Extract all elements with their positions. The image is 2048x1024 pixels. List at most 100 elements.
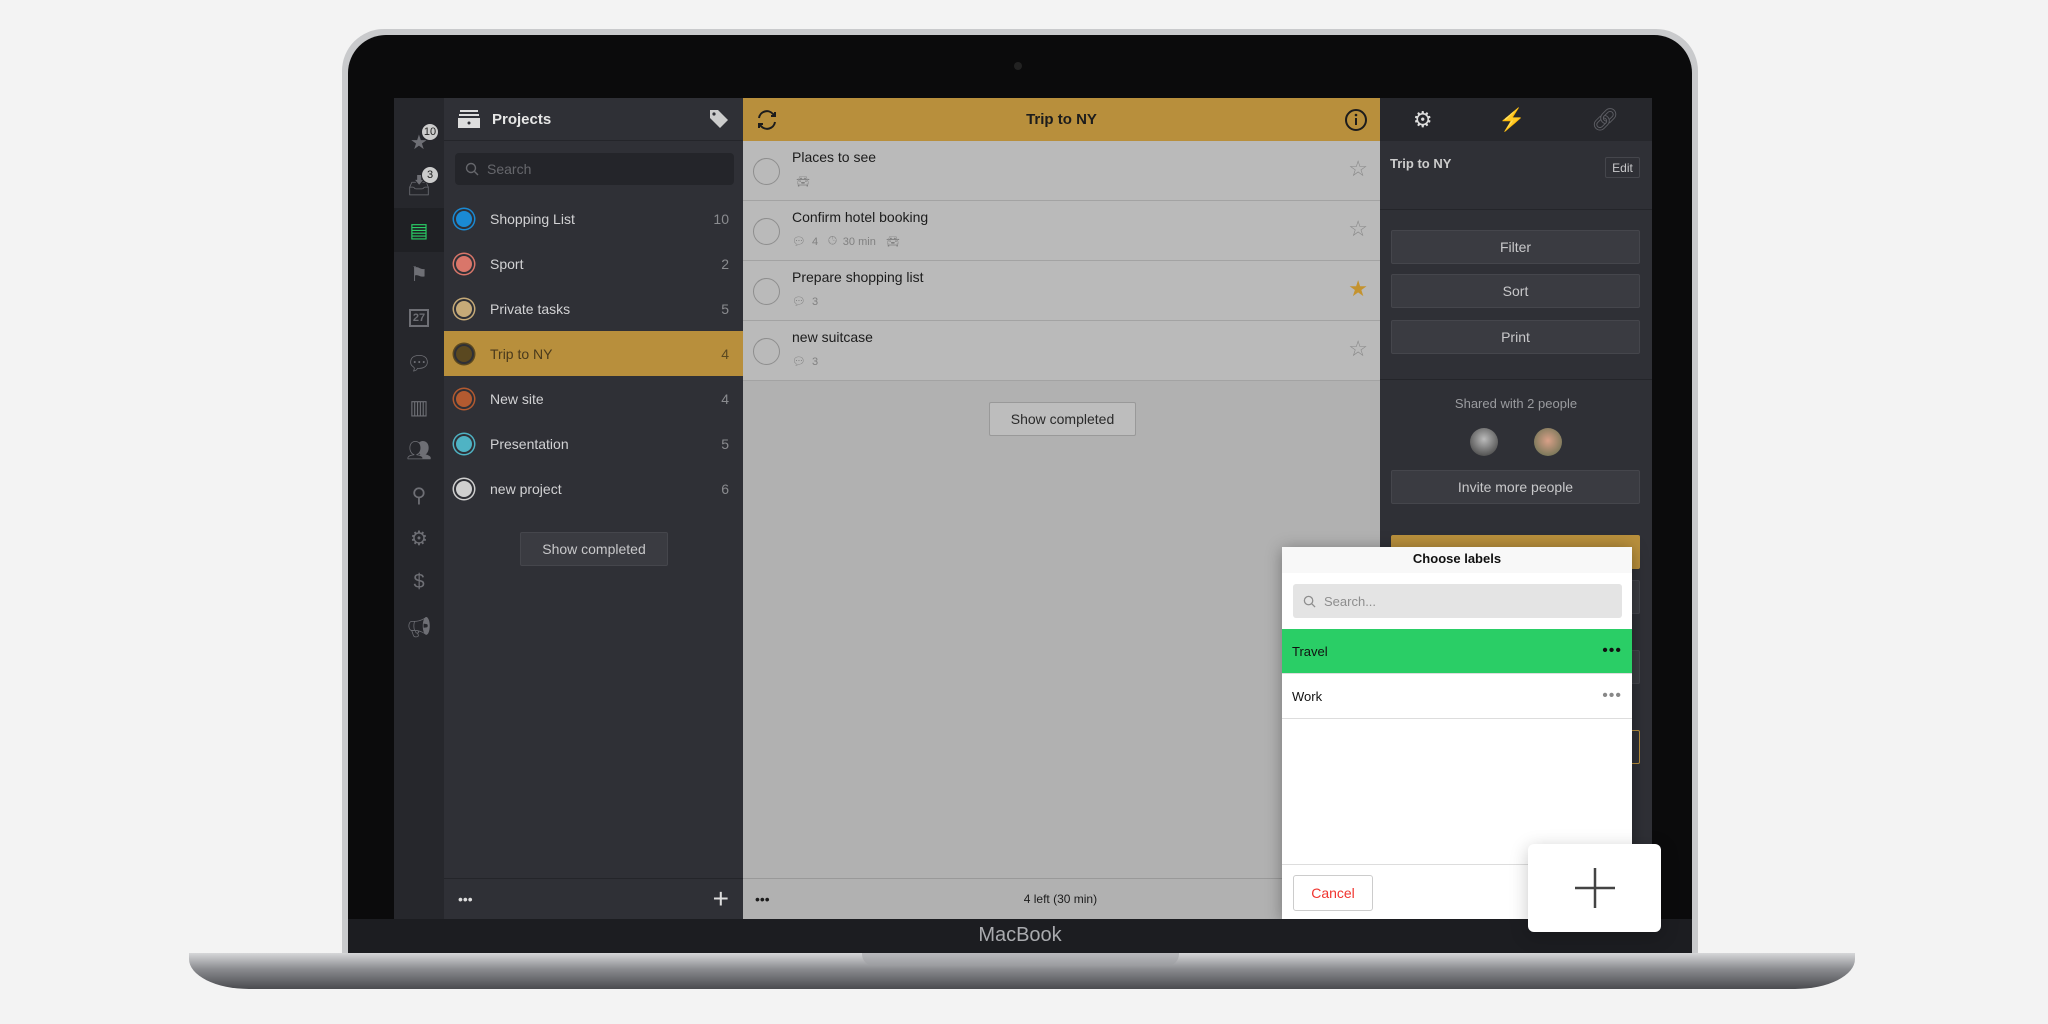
sidebar-search-button[interactable]: ⚲ — [394, 473, 444, 517]
laptop-notch — [862, 953, 1179, 966]
task-checkbox[interactable] — [753, 278, 780, 305]
plus-icon — [1574, 868, 1615, 908]
clock-icon: 🕒︎ — [828, 235, 837, 247]
tasks-header: Trip to NY — [743, 98, 1380, 141]
show-completed-tasks-button[interactable]: Show completed — [989, 402, 1136, 436]
projects-header: Projects — [444, 98, 743, 141]
task-checkbox[interactable] — [753, 218, 780, 245]
invite-people-button[interactable]: Invite more people — [1391, 470, 1640, 504]
task-meta: 💬︎ 3 — [792, 295, 819, 309]
comment-count: 3 — [811, 295, 819, 308]
project-count: 5 — [721, 435, 729, 452]
print-button[interactable]: Print — [1391, 320, 1640, 354]
show-completed-projects-button[interactable]: Show completed — [520, 532, 668, 566]
sidebar-flag-button[interactable]: ⚑ — [394, 252, 444, 296]
more-button[interactable]: ••• — [458, 891, 473, 907]
project-label: New site — [490, 390, 544, 407]
project-item[interactable]: Private tasks 5 — [444, 286, 743, 331]
add-project-button[interactable]: + — [713, 883, 729, 915]
project-item[interactable]: New site 4 — [444, 376, 743, 421]
chat-icon: 💬︎ — [406, 352, 432, 375]
star-outline-icon[interactable]: ☆ — [1348, 336, 1368, 362]
project-color-dot — [456, 345, 472, 362]
project-count: 5 — [721, 300, 729, 317]
task-title: Confirm hotel booking — [792, 209, 929, 225]
project-item[interactable]: Shopping List 10 — [444, 196, 743, 241]
tasks-remaining: 4 left (30 min) — [1023, 892, 1098, 906]
project-count: 10 — [713, 210, 729, 227]
project-item[interactable]: Trip to NY 4 — [444, 331, 743, 376]
project-label: Shopping List — [490, 210, 575, 227]
sidebar-calendar-button[interactable]: 27 — [394, 296, 444, 340]
sidebar-dollar-button[interactable]: $ — [394, 560, 444, 604]
megaphone-icon: 📢︎ — [406, 616, 432, 639]
star-outline-icon[interactable]: ☆ — [1348, 216, 1368, 242]
task-meta: 🚘︎ — [792, 175, 810, 188]
project-color-dot — [456, 300, 472, 317]
lightning-icon[interactable]: ⚡ — [1498, 107, 1525, 133]
label-more-button[interactable]: ••• — [1602, 642, 1622, 660]
tasks-more-button[interactable]: ••• — [755, 891, 770, 907]
sidebar-briefcase-button[interactable]: ▥ — [394, 385, 444, 429]
star-filled-icon[interactable]: ★ — [1348, 276, 1368, 302]
avatar[interactable] — [1534, 428, 1562, 456]
sidebar-gear-button[interactable]: ⚙ — [394, 516, 444, 560]
project-color-dot — [456, 480, 472, 497]
project-label: Presentation — [490, 435, 569, 452]
project-item[interactable]: new project 6 — [444, 466, 743, 511]
label-name: Travel — [1292, 643, 1328, 659]
project-item[interactable]: Presentation 5 — [444, 421, 743, 466]
project-count: 2 — [721, 255, 729, 272]
app-screen: ★ 10 📥︎ 3 ▤ ⚑ 27 💬︎ ▥ 👥︎ ⚲ ⚙ $ 📢︎ Projects Search Sho… — [394, 98, 1652, 919]
sidebar-chat-button[interactable]: 💬︎ — [394, 341, 444, 385]
gear-icon[interactable]: ⚙ — [1413, 107, 1433, 133]
add-label-button[interactable] — [1528, 844, 1661, 932]
project-color-dot — [456, 255, 472, 272]
projects-search-input[interactable]: Search — [455, 153, 734, 185]
labels-search-input[interactable]: Search... — [1293, 584, 1622, 618]
search-placeholder: Search... — [1324, 593, 1377, 609]
label-item[interactable]: Work ••• — [1282, 674, 1632, 719]
project-count: 4 — [721, 345, 729, 362]
search-icon — [1303, 595, 1316, 608]
project-label: new project — [490, 480, 562, 497]
project-color-dot — [456, 210, 472, 227]
task-checkbox[interactable] — [753, 158, 780, 185]
task-title: Prepare shopping list — [792, 269, 924, 285]
task-checkbox[interactable] — [753, 338, 780, 365]
project-item[interactable]: Sport 2 — [444, 241, 743, 286]
task-row[interactable]: Places to see 🚘︎ ☆ — [743, 141, 1380, 201]
sidebar-inbox-button[interactable]: 📥︎ 3 — [394, 163, 444, 207]
comment-count: 3 — [811, 355, 819, 368]
task-row[interactable]: Confirm hotel booking 💬︎ 4 🕒︎ 30 min 🚘︎ ☆ — [743, 201, 1380, 261]
edit-button[interactable]: Edit — [1605, 157, 1640, 178]
label-item[interactable]: Travel ••• — [1282, 629, 1632, 674]
sync-icon[interactable] — [755, 108, 779, 132]
briefcase-icon: ▥ — [409, 396, 429, 419]
sidebar-megaphone-button[interactable]: 📢︎ — [394, 605, 444, 649]
sidebar-star-button[interactable]: ★ 10 — [394, 120, 444, 164]
avatar[interactable] — [1470, 428, 1498, 456]
search-icon — [465, 162, 479, 176]
sort-button[interactable]: Sort — [1391, 274, 1640, 308]
dollar-icon: $ — [413, 570, 425, 593]
tag-icon[interactable] — [709, 109, 729, 129]
task-row[interactable]: Prepare shopping list 💬︎ 3 ★ — [743, 261, 1380, 321]
cancel-button[interactable]: Cancel — [1293, 875, 1373, 911]
project-label: Trip to NY — [490, 345, 553, 362]
projects-title: Projects — [492, 110, 552, 128]
task-row[interactable]: new suitcase 💬︎ 3 ☆ — [743, 321, 1380, 381]
filter-button[interactable]: Filter — [1391, 230, 1640, 264]
car-icon: 🚘︎ — [796, 176, 810, 188]
details-tabs: ⚙ ⚡ 🔗︎ — [1380, 98, 1652, 141]
sidebar-people-button[interactable]: 👥︎ — [394, 428, 444, 472]
projects-icon — [458, 110, 480, 128]
gear-icon: ⚙ — [410, 527, 428, 550]
star-outline-icon[interactable]: ☆ — [1348, 156, 1368, 182]
label-more-button[interactable]: ••• — [1602, 687, 1622, 705]
tasks-title: Trip to NY — [1026, 111, 1097, 128]
sidebar-projects-button[interactable]: ▤ — [394, 208, 444, 252]
info-icon[interactable] — [1344, 108, 1368, 132]
comment-icon: 💬︎ — [792, 296, 806, 308]
paperclip-icon[interactable]: 🔗︎ — [1591, 107, 1619, 133]
